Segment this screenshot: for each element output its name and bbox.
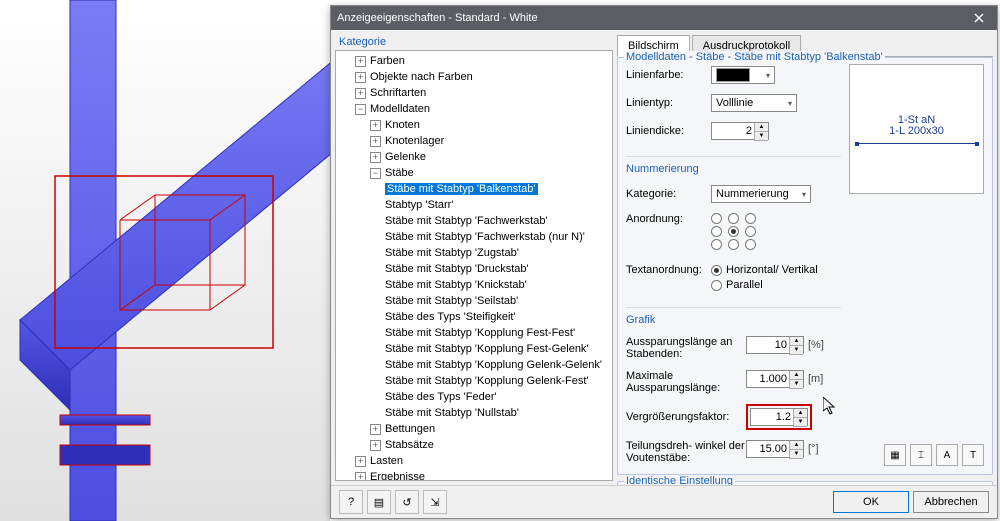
- reset-button[interactable]: ↺: [395, 490, 419, 514]
- apply-button[interactable]: ⇲: [423, 490, 447, 514]
- tree-node[interactable]: Stäbe mit Stabtyp 'Nullstab': [336, 405, 612, 421]
- tree-node[interactable]: Stäbe mit Stabtyp 'Kopplung Gelenk-Gelen…: [336, 357, 612, 373]
- max-aussp-input[interactable]: ▲▼: [746, 370, 804, 388]
- tree-node[interactable]: +Gelenke: [336, 149, 612, 165]
- tree-node[interactable]: +Stabsätze: [336, 437, 612, 453]
- linetype-dropdown[interactable]: Volllinie▾: [711, 94, 797, 112]
- label-teilung: Teilungsdreh- winkel der Voutenstäbe:: [626, 440, 746, 464]
- tree-node[interactable]: −Modelldaten: [336, 101, 612, 117]
- titlebar[interactable]: Anzeigeeigenschaften - Standard - White: [331, 6, 997, 30]
- tree-node[interactable]: Stäbe des Typs 'Feder': [336, 389, 612, 405]
- teilung-input[interactable]: ▲▼: [746, 440, 804, 458]
- tree-node[interactable]: +Lasten: [336, 453, 612, 469]
- category-tree[interactable]: +Farben +Objekte nach Farben +Schriftart…: [335, 50, 613, 481]
- preview-box: 1-St aN1-L 200x30: [849, 64, 984, 194]
- grid-icon[interactable]: ▦: [884, 444, 906, 466]
- highlight-box: ▲▼: [746, 404, 812, 430]
- heading-nummerierung: Nummerierung: [626, 163, 711, 175]
- category-pane: Kategorie +Farben +Objekte nach Farben +…: [335, 34, 613, 481]
- tree-node[interactable]: Stäbe mit Stabtyp 'Zugstab': [336, 245, 612, 261]
- legend-main: Modelldaten - Stäbe - Stäbe mit Stabtyp …: [624, 51, 885, 63]
- doc-button[interactable]: ▤: [367, 490, 391, 514]
- legend-identisch: Identische Einstellung: [624, 475, 735, 485]
- tree-node[interactable]: Stäbe mit Stabtyp 'Kopplung Fest-Fest': [336, 325, 612, 341]
- vergroess-input[interactable]: ▲▼: [750, 408, 808, 426]
- thickness-input[interactable]: ▲▼: [711, 122, 769, 140]
- label-linientyp: Linientyp:: [626, 97, 711, 109]
- label-liniendicke: Liniendicke:: [626, 125, 711, 137]
- mini-toolbar: ▦ ⌶ A T: [849, 444, 984, 466]
- swatch-icon: [716, 68, 750, 82]
- dialog-title: Anzeigeeigenschaften - Standard - White: [337, 12, 967, 24]
- footer-bar: ? ▤ ↺ ⇲ OK Abbrechen: [331, 485, 997, 518]
- tree-node[interactable]: Stäbe mit Stabtyp 'Seilstab': [336, 293, 612, 309]
- tree-node[interactable]: Stäbe des Typs 'Steifigkeit': [336, 309, 612, 325]
- tree-node[interactable]: +Schriftarten: [336, 85, 612, 101]
- ok-button[interactable]: OK: [833, 491, 909, 513]
- label-aussparung: Aussparungslänge an Stabenden:: [626, 336, 746, 360]
- tree-node[interactable]: −Stäbe: [336, 165, 612, 181]
- help-button[interactable]: ?: [339, 490, 363, 514]
- textorder-radios[interactable]: Horizontal/ Vertikal Parallel: [711, 264, 818, 291]
- tree-node-selected[interactable]: Stäbe mit Stabtyp 'Balkenstab': [336, 181, 612, 197]
- arrangement-radios[interactable]: [711, 213, 756, 250]
- display-properties-dialog: Anzeigeeigenschaften - Standard - White …: [330, 5, 998, 519]
- tree-node[interactable]: Stäbe mit Stabtyp 'Fachwerkstab': [336, 213, 612, 229]
- tree-node[interactable]: Stabtyp 'Starr': [336, 197, 612, 213]
- label-max-aussp: Maximale Aussparungslänge:: [626, 370, 746, 394]
- category-heading: Kategorie: [339, 36, 613, 48]
- tree-node[interactable]: +Objekte nach Farben: [336, 69, 612, 85]
- properties-pane: Bildschirm Ausdruckprotokoll Modelldaten…: [617, 34, 993, 481]
- cancel-button[interactable]: Abbrechen: [913, 491, 989, 513]
- tree-node[interactable]: Stäbe mit Stabtyp 'Fachwerkstab (nur N)': [336, 229, 612, 245]
- label-kategorie: Kategorie:: [626, 188, 711, 200]
- color-dropdown[interactable]: ▾: [711, 66, 775, 84]
- label-linienfarbe: Linienfarbe:: [626, 69, 711, 81]
- label-anordnung: Anordnung:: [626, 213, 711, 225]
- identical-group: Identische Einstellung Für Bildschirm un…: [617, 481, 993, 485]
- section-icon[interactable]: ⌶: [910, 444, 932, 466]
- tree-node[interactable]: Stäbe mit Stabtyp 'Knickstab': [336, 277, 612, 293]
- 3d-viewport[interactable]: [0, 0, 330, 521]
- tree-node[interactable]: +Knoten: [336, 117, 612, 133]
- main-properties-group: Modelldaten - Stäbe - Stäbe mit Stabtyp …: [617, 57, 993, 475]
- tree-node[interactable]: Stäbe mit Stabtyp 'Kopplung Gelenk-Fest': [336, 373, 612, 389]
- tree-node[interactable]: +Ergebnisse: [336, 469, 612, 481]
- text-icon[interactable]: T: [962, 444, 984, 466]
- tree-node[interactable]: Stäbe mit Stabtyp 'Druckstab': [336, 261, 612, 277]
- tree-node[interactable]: +Bettungen: [336, 421, 612, 437]
- label-textanordnung: Textanordnung:: [626, 264, 711, 276]
- label-vergroess: Vergrößerungsfaktor:: [626, 411, 746, 423]
- heading-grafik: Grafik: [626, 314, 711, 326]
- close-icon: [974, 13, 984, 23]
- close-button[interactable]: [967, 6, 991, 30]
- aussparung-input[interactable]: ▲▼: [746, 336, 804, 354]
- preview-line-icon: [857, 143, 977, 144]
- tree-node[interactable]: +Knotenlager: [336, 133, 612, 149]
- tree-node[interactable]: +Farben: [336, 53, 612, 69]
- kategorie-dropdown[interactable]: Nummerierung▾: [711, 185, 811, 203]
- font-icon[interactable]: A: [936, 444, 958, 466]
- tree-node[interactable]: Stäbe mit Stabtyp 'Kopplung Fest-Gelenk': [336, 341, 612, 357]
